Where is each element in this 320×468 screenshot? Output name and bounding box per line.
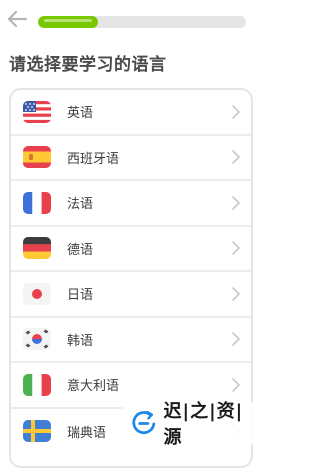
page-title: 请选择要学习的语言	[9, 55, 167, 75]
watermark-logo-icon	[132, 410, 156, 435]
language-label: 西班牙语	[67, 151, 120, 167]
language-label: 法语	[67, 197, 94, 213]
language-label: 韩语	[67, 333, 94, 349]
language-item-french[interactable]: 法语	[11, 181, 251, 227]
chevron-right-icon	[232, 241, 240, 256]
top-bar	[0, 0, 266, 44]
france-flag-icon	[23, 191, 51, 214]
language-label: 英语	[67, 106, 94, 122]
language-label: 意大利语	[67, 379, 120, 395]
language-label: 日语	[67, 288, 94, 304]
progress-fill	[38, 16, 99, 28]
language-item-spanish[interactable]: 西班牙语	[11, 136, 251, 181]
watermark-text: 迟|之|资|源	[163, 401, 244, 448]
sweden-flag-icon	[23, 420, 51, 443]
language-label: 瑞典语	[67, 425, 107, 441]
italy-flag-icon	[23, 373, 51, 396]
chevron-right-icon	[232, 104, 240, 119]
chevron-right-icon	[232, 150, 240, 165]
language-item-korean[interactable]: 韩语	[11, 318, 251, 363]
japan-flag-icon	[23, 282, 51, 305]
chevron-right-icon	[232, 377, 240, 392]
chevron-right-icon	[232, 286, 240, 301]
language-item-english[interactable]: 英语	[11, 90, 251, 136]
progress-bar	[38, 16, 246, 28]
korea-flag-icon	[23, 328, 51, 351]
germany-flag-icon	[23, 237, 51, 260]
chevron-right-icon	[232, 195, 240, 210]
us-flag-icon	[23, 100, 51, 123]
language-item-german[interactable]: 德语	[11, 227, 251, 272]
back-arrow-icon[interactable]	[6, 8, 28, 30]
watermark: 迟|之|资|源	[122, 401, 254, 448]
language-label: 德语	[67, 242, 94, 258]
spain-flag-icon	[23, 146, 51, 169]
language-item-japanese[interactable]: 日语	[11, 272, 251, 318]
chevron-right-icon	[232, 332, 240, 347]
